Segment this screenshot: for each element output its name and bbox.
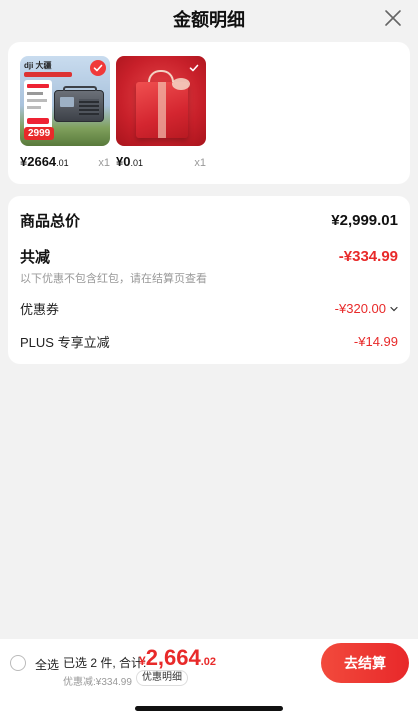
plus-value: -¥14.99 (353, 334, 398, 349)
product-price: ¥0.01 (116, 154, 143, 169)
product-qty: x1 (98, 157, 110, 169)
product-image[interactable]: dji 大疆 2999 (20, 56, 110, 146)
reduce-value: -¥334.99 (338, 248, 398, 265)
price-row: ¥2664.01 x1 (20, 154, 110, 169)
check-icon[interactable] (90, 60, 106, 76)
bow-decoration (172, 78, 190, 90)
coupon-value-wrap[interactable]: -¥320.00 (335, 301, 398, 316)
power-station-illustration (54, 86, 104, 122)
reduce-row: 共减 -¥334.99 (20, 246, 398, 267)
select-all-label[interactable]: 全选 (35, 656, 59, 673)
coupon-value: -¥320.00 (334, 301, 386, 316)
chevron-down-icon[interactable] (390, 305, 398, 313)
coupon-label: 优惠券 (20, 302, 60, 317)
promo-panel (24, 80, 52, 132)
product-item[interactable]: dji 大疆 2999 ¥2664.01 x1 (20, 56, 110, 169)
brand-logo: dji 大疆 (24, 61, 52, 70)
product-item[interactable]: ¥0.01 x1 (116, 56, 206, 169)
select-all-radio[interactable] (10, 655, 26, 671)
gift-bag-illustration (136, 82, 188, 138)
badge-price: 2999 (24, 127, 55, 140)
coupon-row[interactable]: 优惠券 -¥320.00 (20, 299, 398, 318)
total-value: ¥2,999.01 (331, 212, 398, 229)
products-card: dji 大疆 2999 ¥2664.01 x1 ¥0.01 x1 (8, 42, 410, 184)
plus-label: PLUS 专享立减 (20, 335, 110, 350)
product-price: ¥2664.01 (20, 154, 69, 169)
checkout-button[interactable]: 去结算 (321, 643, 409, 683)
total-row: 商品总价 ¥2,999.01 (20, 210, 398, 231)
total-label: 商品总价 (20, 213, 81, 230)
close-icon[interactable] (384, 9, 402, 27)
price-row: ¥0.01 x1 (116, 154, 206, 169)
check-icon[interactable] (186, 60, 202, 76)
discount-line: 优惠减:¥334.99 (63, 677, 132, 688)
product-image[interactable] (116, 56, 206, 146)
summary-card: 商品总价 ¥2,999.01 共减 -¥334.99 以下优惠不包含红包，请在结… (8, 196, 410, 364)
selected-count: 已选 2 件, 合计: (63, 656, 147, 670)
page-title: 金额明细 (173, 10, 245, 30)
home-indicator (135, 706, 283, 711)
page-header: 金额明细 (0, 0, 418, 38)
discount-detail-button[interactable]: 优惠明细 (136, 670, 188, 686)
reduce-label: 共减 (20, 249, 51, 266)
reduce-note: 以下优惠不包含红包，请在结算页查看 (20, 273, 207, 285)
promo-tagline (24, 72, 72, 77)
plus-row: PLUS 专享立减 -¥14.99 (20, 332, 398, 351)
total-amount: ¥2,664.02 (139, 645, 217, 670)
product-qty: x1 (194, 157, 206, 169)
